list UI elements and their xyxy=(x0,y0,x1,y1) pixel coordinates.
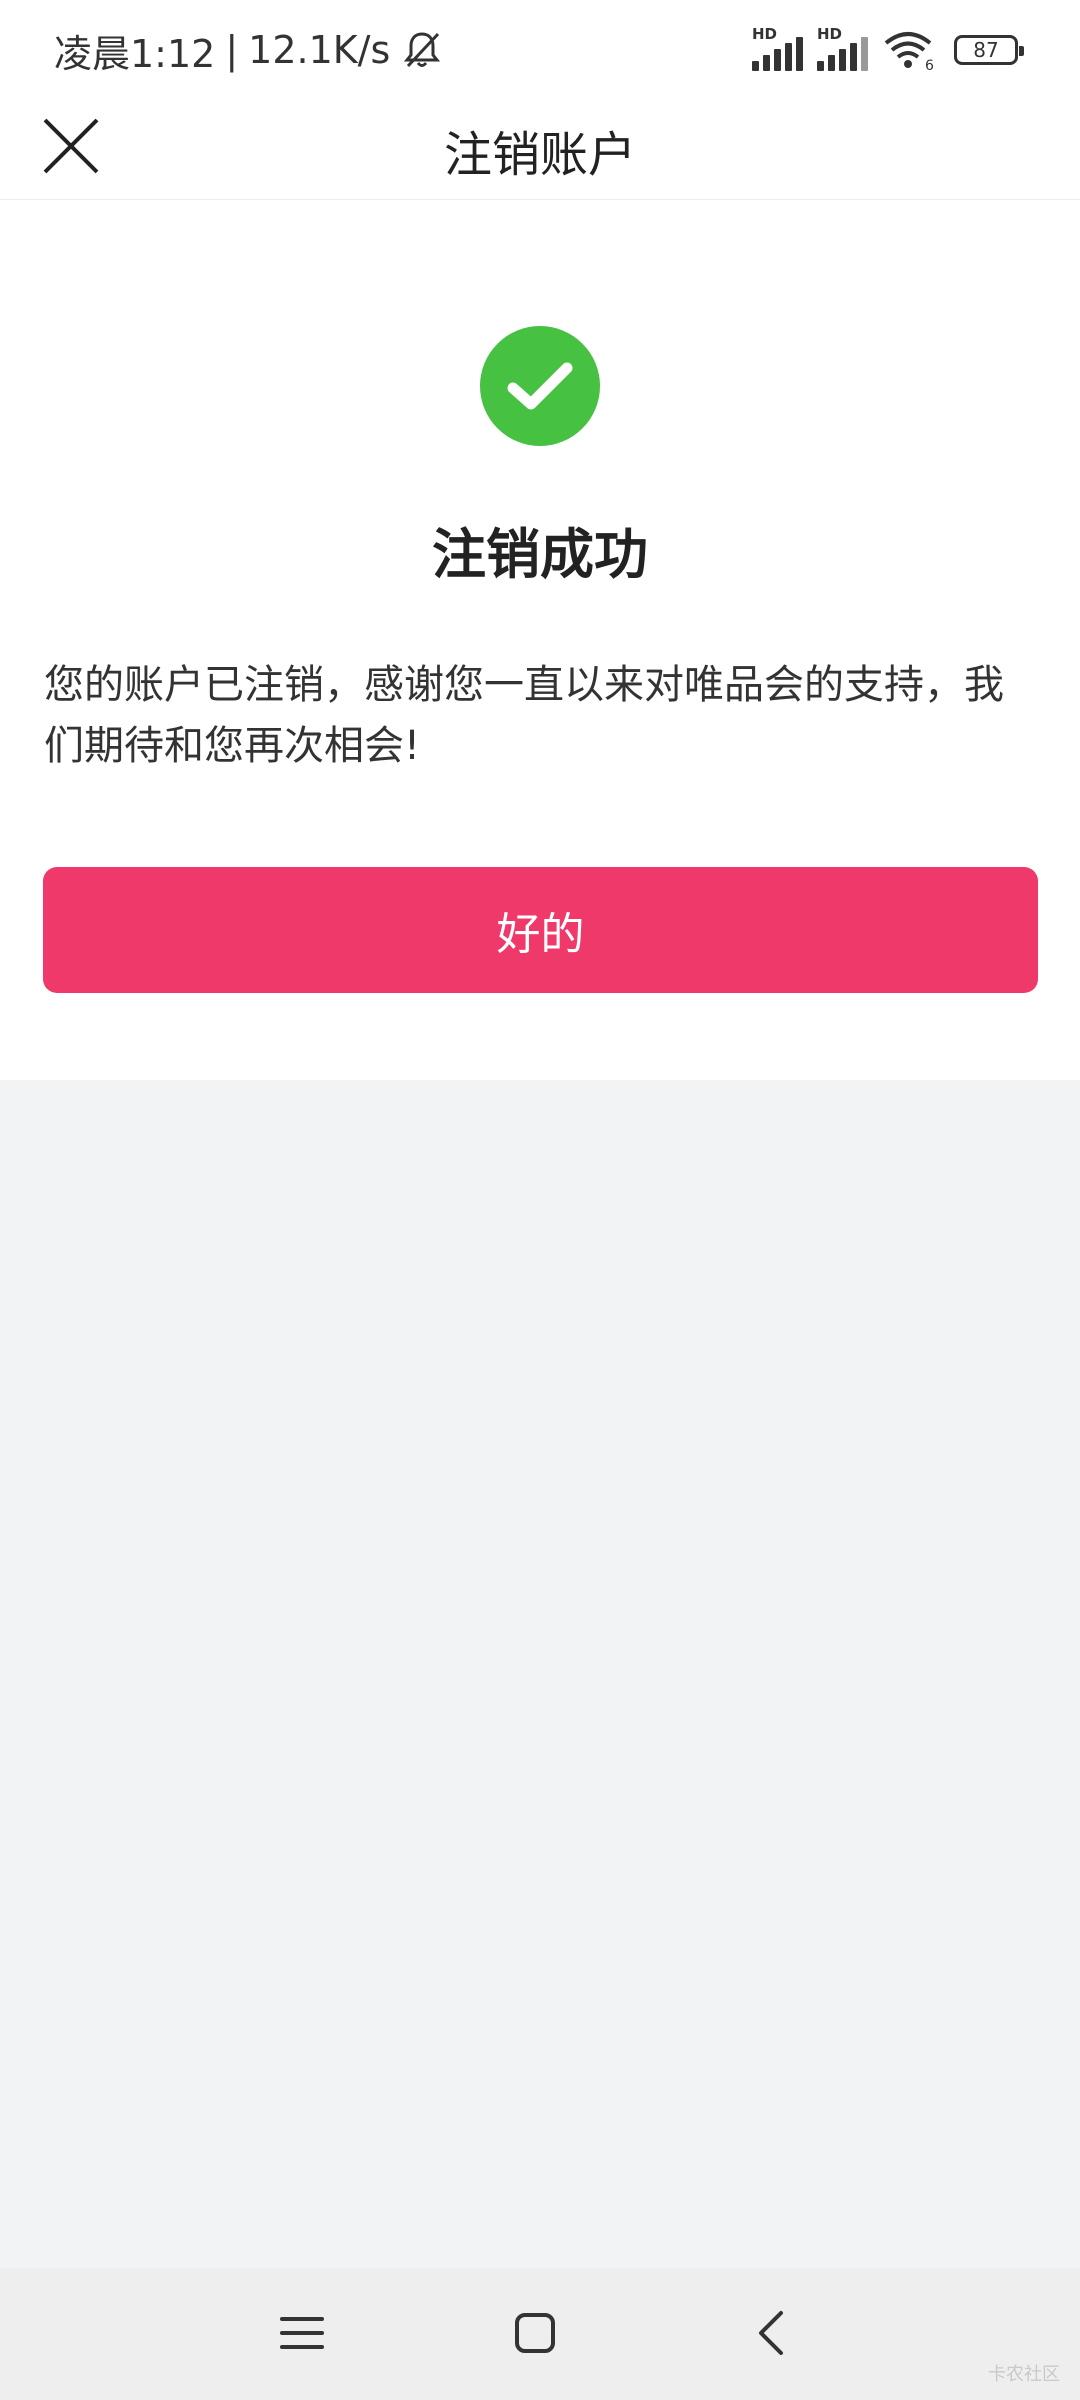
result-card: 注销成功 您的账户已注销，感谢您一直以来对唯品会的支持，我们期待和您再次相会! … xyxy=(0,200,1080,1080)
bell-mute-icon xyxy=(400,28,444,72)
battery-icon: 87 xyxy=(954,35,1024,65)
signal-bar xyxy=(796,37,803,71)
status-time: 凌晨1:12 xyxy=(54,31,216,76)
status-left: 凌晨1:12 | 12.1K/s xyxy=(54,23,444,78)
back-icon xyxy=(759,2311,783,2355)
signal-bar xyxy=(785,43,792,71)
signal-bar xyxy=(839,49,846,71)
wifi-6-label: 6 xyxy=(925,58,934,71)
sim2-hd-label: HD xyxy=(817,25,843,43)
close-button[interactable] xyxy=(38,106,104,186)
signal-bar xyxy=(817,61,824,71)
menu-button[interactable] xyxy=(267,2298,337,2368)
signal-icon-sim2: HD xyxy=(817,25,868,71)
close-icon xyxy=(43,118,99,174)
back-button[interactable] xyxy=(735,2298,805,2368)
signal-bar xyxy=(774,49,781,71)
signal-bar xyxy=(850,43,857,71)
home-icon xyxy=(515,2313,555,2353)
navigation-bar: 注销账户 xyxy=(0,100,1080,200)
signal-bar xyxy=(763,55,770,71)
menu-icon xyxy=(280,2317,324,2349)
system-navigation-bar: 卡农社区 xyxy=(0,2268,1080,2400)
status-right: HD HD 6 87 xyxy=(752,25,1024,74)
signal-bar xyxy=(861,37,868,71)
page-title: 注销账户 xyxy=(443,127,636,183)
ok-button[interactable]: 好的 xyxy=(43,867,1038,993)
success-message: 您的账户已注销，感谢您一直以来对唯品会的支持，我们期待和您再次相会! xyxy=(44,662,1004,769)
signal-bar xyxy=(752,61,759,71)
signal-icon-sim1: HD xyxy=(752,25,803,71)
sim1-hd-label: HD xyxy=(752,25,778,43)
network-speed: 12.1K/s xyxy=(248,28,391,72)
success-title: 注销成功 xyxy=(432,523,648,586)
wifi-icon: 6 xyxy=(882,29,934,74)
status-separator: | xyxy=(225,28,239,72)
status-bar: 凌晨1:12 | 12.1K/s HD HD 6 87 xyxy=(0,0,1080,100)
check-circle-icon xyxy=(480,326,600,446)
home-button[interactable] xyxy=(500,2298,570,2368)
battery-level: 87 xyxy=(973,38,999,62)
signal-bar xyxy=(828,55,835,71)
watermark: 卡农社区 xyxy=(988,2364,1060,2385)
